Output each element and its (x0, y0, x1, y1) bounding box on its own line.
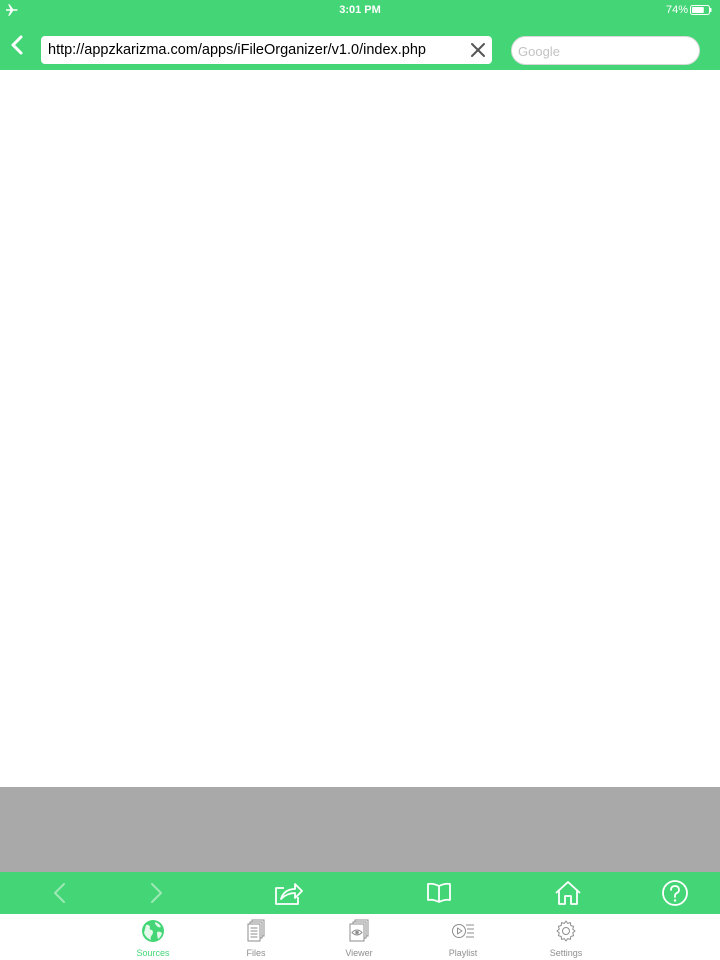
search-input[interactable]: Google (511, 36, 700, 65)
gear-icon (556, 920, 576, 942)
tab-sources[interactable]: Sources (113, 917, 193, 960)
tab-bar: Sources Files Viewer Playlist Settings (0, 914, 720, 960)
tab-label: Sources (136, 948, 170, 958)
toolbar-bookmarks-button[interactable] (421, 876, 457, 910)
status-bar: 3:01 PM 74% (0, 0, 720, 20)
playlist-icon (452, 924, 474, 938)
toolbar-home-button[interactable] (550, 876, 586, 910)
tab-label: Viewer (345, 948, 373, 958)
toolbar-back-button[interactable] (42, 876, 78, 910)
clear-url-button[interactable] (466, 38, 490, 62)
battery-percent: 74% (665, 4, 688, 16)
tab-viewer[interactable]: Viewer (319, 917, 399, 960)
globe-icon (142, 920, 164, 942)
share-icon (275, 883, 303, 905)
toolbar-forward-button[interactable] (138, 876, 174, 910)
url-field[interactable]: http://appzkarizma.com/apps/iFileOrganiz… (41, 36, 492, 64)
browser-nav-bar: http://appzkarizma.com/apps/iFileOrganiz… (0, 20, 720, 70)
web-content-area[interactable] (0, 70, 720, 787)
url-text: http://appzkarizma.com/apps/iFileOrganiz… (48, 42, 426, 58)
tab-label: Settings (549, 948, 583, 958)
bookmarks-icon (427, 882, 451, 903)
back-button[interactable] (2, 28, 32, 62)
tab-playlist[interactable]: Playlist (423, 917, 503, 960)
tab-settings[interactable]: Settings (526, 917, 606, 960)
toolbar-share-button[interactable] (271, 876, 307, 910)
help-icon (662, 880, 688, 906)
close-icon (471, 43, 485, 57)
tab-files[interactable]: Files (216, 917, 296, 960)
home-icon (555, 881, 581, 905)
viewer-icon (349, 919, 369, 942)
status-time: 3:01 PM (339, 4, 381, 16)
toolbar-help-button[interactable] (657, 876, 693, 910)
forward-arrow-icon (151, 883, 162, 903)
ad-banner-area (0, 787, 720, 872)
tab-label: Files (246, 948, 266, 958)
back-arrow-icon (54, 883, 65, 903)
tab-label: Playlist (448, 948, 478, 958)
search-placeholder: Google (518, 44, 560, 59)
files-icon (247, 919, 265, 942)
battery-icon (690, 5, 712, 15)
browser-toolbar (0, 872, 720, 914)
chevron-left-icon (11, 35, 23, 55)
